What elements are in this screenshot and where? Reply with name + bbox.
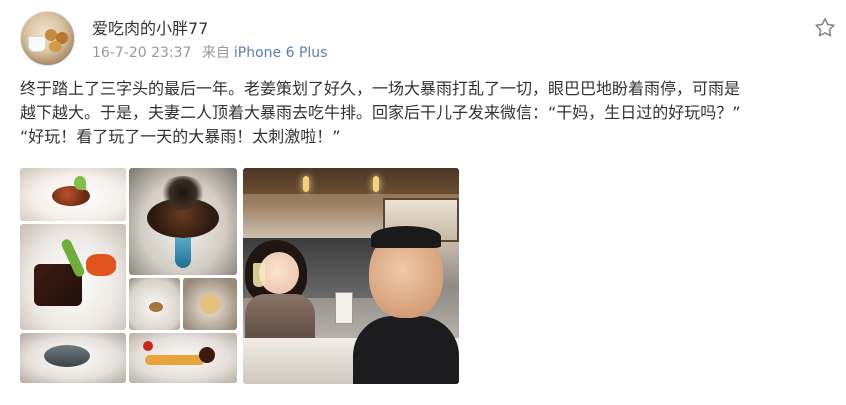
collage-tile (20, 333, 126, 383)
couple-selfie-image[interactable] (243, 168, 459, 384)
star-outline-icon[interactable] (813, 16, 837, 40)
collage-tile (20, 224, 126, 330)
post-date: 16-7-20 23:37 (92, 45, 192, 61)
collage-tile (183, 278, 237, 330)
username[interactable]: 爱吃肉的小胖77 (92, 15, 208, 39)
collage-tile (129, 168, 237, 275)
weibo-post-card: 爱吃肉的小胖77 16-7-20 23:37 来自 iPhone 6 Plus 终… (0, 0, 846, 405)
post-text: 终于踏上了三字头的最后一年。老姜策划了好久，一场大暴雨打乱了一切，眼巴巴地盼着雨… (20, 79, 741, 146)
avatar-cup (28, 36, 46, 52)
collage-tile (129, 278, 180, 330)
device-source-link[interactable]: iPhone 6 Plus (234, 45, 328, 61)
avatar-pastry (49, 41, 62, 52)
source-prefix: 来自 (201, 45, 230, 61)
collage-tile (129, 333, 237, 383)
collage-tile (20, 168, 126, 221)
food-collage-image[interactable] (20, 168, 237, 383)
post-meta: 16-7-20 23:37 来自 iPhone 6 Plus (92, 42, 327, 62)
user-avatar[interactable] (20, 11, 75, 66)
